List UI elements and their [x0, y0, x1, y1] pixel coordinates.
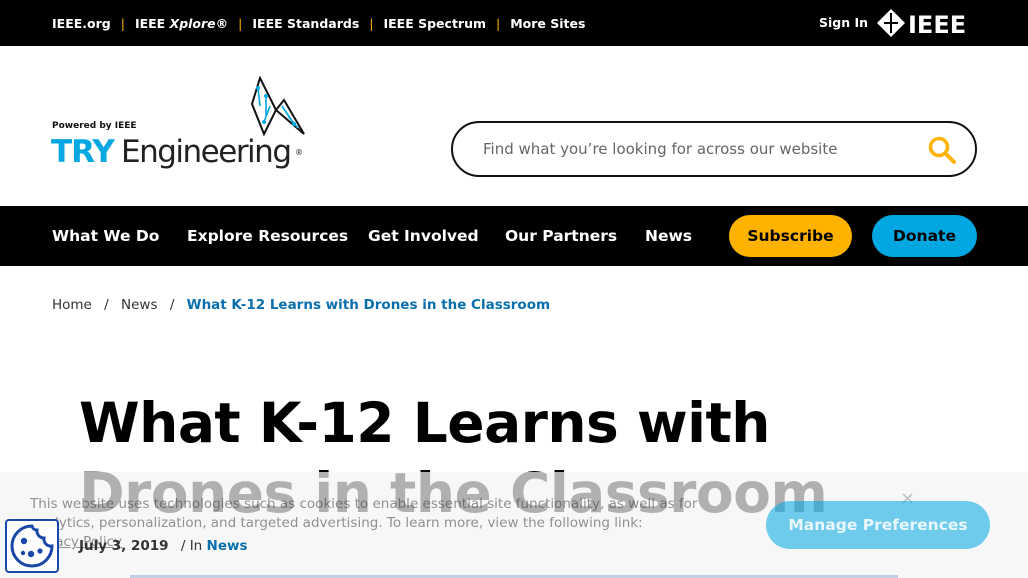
ieee-logo[interactable]: IEEE — [876, 8, 978, 38]
site-search — [451, 121, 977, 177]
breadcrumb-separator: / — [169, 297, 175, 313]
article-category-link[interactable]: News — [207, 538, 248, 554]
xplore-suffix: ® — [215, 15, 229, 31]
powered-by-label: Powered by IEEE — [52, 121, 137, 131]
breadcrumb-current[interactable]: What K-12 Learns with Drones in the Clas… — [187, 297, 550, 313]
top-utility-bar: IEEE.org | IEEE Xplore® | IEEE Standards… — [0, 0, 1028, 46]
donate-button[interactable]: Donate — [872, 215, 977, 257]
logo-try: TRY — [51, 134, 115, 170]
cookie-text: This website uses technologies such as c… — [30, 496, 698, 531]
link-ieee-spectrum[interactable]: IEEE Spectrum — [383, 16, 486, 31]
main-nav: What We Do Explore Resources Get Involve… — [0, 206, 1028, 266]
circuit-butterfly-icon — [250, 76, 305, 137]
link-ieee-xplore[interactable]: IEEE Xplore® — [135, 16, 228, 31]
article-date: July 3, 2019 — [79, 538, 169, 554]
breadcrumb: Home / News / What K-12 Learns with Dron… — [52, 297, 550, 313]
nav-explore-resources[interactable]: Explore Resources — [187, 227, 348, 245]
cookie-preferences-badge[interactable] — [5, 519, 59, 573]
try-engineering-logo[interactable]: Powered by IEEE TRY Engineering ® — [51, 76, 307, 178]
subscribe-button[interactable]: Subscribe — [729, 215, 852, 257]
nav-news[interactable]: News — [645, 227, 692, 245]
link-ieee-org[interactable]: IEEE.org — [52, 16, 111, 31]
search-input[interactable] — [483, 137, 903, 161]
nav-what-we-do[interactable]: What We Do — [52, 227, 159, 245]
article-meta: July 3, 2019 / In News — [79, 538, 248, 554]
xplore-name: Xplore — [169, 15, 216, 31]
ieee-sites-links: IEEE.org | IEEE Xplore® | IEEE Standards… — [52, 0, 585, 46]
nav-our-partners[interactable]: Our Partners — [505, 227, 617, 245]
sign-in-link[interactable]: Sign In — [819, 15, 868, 30]
manage-preferences-button[interactable]: Manage Preferences — [766, 501, 990, 549]
cookie-icon — [10, 524, 54, 568]
separator: | — [496, 15, 501, 31]
breadcrumb-news[interactable]: News — [121, 297, 157, 313]
link-ieee-standards[interactable]: IEEE Standards — [252, 16, 359, 31]
link-more-sites[interactable]: More Sites — [510, 16, 585, 31]
nav-get-involved[interactable]: Get Involved — [368, 227, 479, 245]
separator: | — [369, 15, 374, 31]
article-in-label: / In — [180, 538, 203, 554]
separator: | — [238, 15, 243, 31]
search-icon[interactable] — [927, 135, 957, 165]
ieee-logo-text: IEEE — [908, 11, 966, 38]
registered-mark: ® — [295, 148, 303, 157]
breadcrumb-home[interactable]: Home — [52, 297, 92, 313]
separator: | — [120, 15, 125, 31]
cookie-banner: This website uses technologies such as c… — [0, 472, 1028, 578]
xplore-prefix: IEEE — [134, 15, 170, 31]
breadcrumb-separator: / — [104, 297, 109, 313]
logo-engineering: Engineering — [121, 134, 292, 170]
